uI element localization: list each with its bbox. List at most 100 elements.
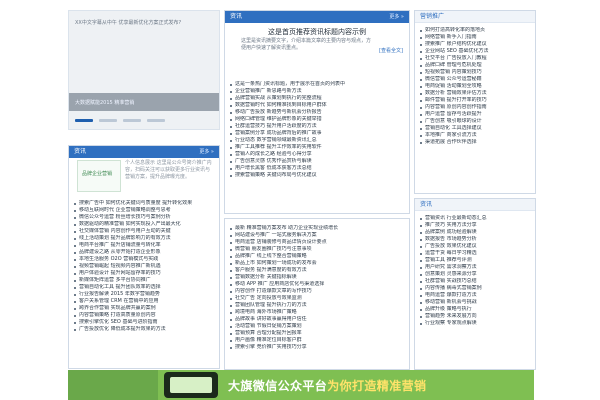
list-item[interactable]: 营销人的成长之路 经验与心得分享 xyxy=(225,151,409,158)
right-bottom-list: 营销资讯 行业最新动态汇总 推广技巧 实用方法分享 品牌案例 成功经验解读 数据报告 … xyxy=(415,215,535,327)
list-item[interactable]: 网站建设与推广 一站式服务解决方案 xyxy=(225,232,409,239)
list-item[interactable]: 广告创意 吸引眼球的设计 xyxy=(415,118,535,125)
list-item[interactable]: 社群营销 实战技巧总结 xyxy=(415,278,535,285)
list-item[interactable]: 客户关系管理 CRM 在营销中的应用 xyxy=(69,298,219,305)
list-item[interactable]: 线上活动策划 提升品牌影响力的有效方法 xyxy=(69,235,219,242)
left-panel-title: 资讯 xyxy=(74,148,87,155)
list-item[interactable]: 最新 精准营销方案发布 助力企业实现业绩增长 xyxy=(225,225,409,232)
list-item[interactable]: 营销自动化 工具选择建议 xyxy=(415,125,535,132)
left-panel-more-link[interactable]: 更多 » xyxy=(199,146,214,158)
list-item[interactable]: 客户服务 提升满意度的有效方法 xyxy=(225,267,409,274)
list-item[interactable]: 视频营销崛起 短视频内容推广新机遇 xyxy=(69,263,219,270)
slide-dot-3[interactable] xyxy=(123,118,141,122)
list-item[interactable]: 用户研究 需求洞察方法 xyxy=(415,264,535,271)
list-item[interactable]: 营销团队管理 提升执行力的方法 xyxy=(225,302,409,309)
list-item[interactable]: 营销自动化工具 提升团队效率的选择 xyxy=(69,284,219,291)
list-item[interactable]: 创意策划 灵感来源分享 xyxy=(415,271,535,278)
list-item[interactable]: 渠道拓展 合作伙伴选择 xyxy=(415,139,535,146)
list-item[interactable]: 用户体验设计 提升网站留存率的技巧 xyxy=(69,270,219,277)
list-item[interactable]: 电商平台推广 提升店铺流量与转化率 xyxy=(69,242,219,249)
featured-slideshow[interactable]: XX中文字幕从中午 优享最新优化方案正式发布? 大数据赋能2015 精准营销 xyxy=(68,10,220,130)
list-item[interactable]: 内容传播 病毒式营销案例 xyxy=(415,285,535,292)
middle-top-title: 资讯 xyxy=(230,13,243,20)
list-item[interactable]: 搜索引擎 竞价推广实用技巧分享 xyxy=(225,344,409,351)
list-item[interactable]: 内容创作 打造爆款文章的写作技巧 xyxy=(225,288,409,295)
promo-banner[interactable]: 大旗微信公众平台为你打造精准营销 xyxy=(68,370,534,400)
list-item[interactable]: 短视频营销 内容策划技巧 xyxy=(415,69,535,76)
list-item[interactable]: 数据报告 市场趋势分析 xyxy=(415,236,535,243)
list-item[interactable]: 数据营销时代 如何精准找到目标用户群体 xyxy=(225,102,409,109)
list-item[interactable]: 移动 APP 推广 应用商店优化与渠道选择 xyxy=(225,281,409,288)
list-item[interactable]: 推广技巧 实用方法分享 xyxy=(415,222,535,229)
list-item[interactable]: 微信公众号运营 粉丝增长技巧与案例分析 xyxy=(69,214,219,221)
list-item[interactable]: 用户运营 留存与活跃提升 xyxy=(415,111,535,118)
list-item[interactable]: 社交媒体营销 内容创作与用户互动的关键 xyxy=(69,228,219,235)
list-item[interactable]: 电商运营 店铺装修与商品详情页设计要点 xyxy=(225,239,409,246)
list-item[interactable]: 广告创意灵感 优秀作品赏析与解读 xyxy=(225,158,409,165)
list-item[interactable]: 营销数据分析 关键指标解读 xyxy=(225,274,409,281)
list-item[interactable]: 营销趋势 未来发展方向 xyxy=(415,313,535,320)
featured-article-readmore[interactable]: [查看全文] xyxy=(379,47,403,54)
list-item[interactable]: 移动广告投放 新趋势与新机会分析报告 xyxy=(225,109,409,116)
list-item[interactable]: 企业营销推广 新思路与新方法 xyxy=(225,88,409,95)
list-item[interactable]: 营销工具 推荐与评测 xyxy=(415,257,535,264)
list-item[interactable]: 本地生活服务 O2O 营销模式与实践 xyxy=(69,256,219,263)
list-item[interactable]: 数据驱动的精准营销 如何实现投入产出最大化 xyxy=(69,221,219,228)
list-item[interactable]: 品牌口碑 管理与危机处理 xyxy=(415,62,535,69)
list-item[interactable]: 运营干货 每日学习精选 xyxy=(415,250,535,257)
list-item[interactable]: 跨境电商 海外市场推广策略 xyxy=(225,309,409,316)
list-item[interactable]: 用户画像 精准定位目标客户群 xyxy=(225,337,409,344)
list-item[interactable]: 企业网站 SEO 基础优化方法 xyxy=(415,48,535,55)
list-item[interactable]: 电商运营 爆款打造方法 xyxy=(415,292,535,299)
list-item[interactable]: 新品上市 如何策划一场成功的发布会 xyxy=(225,260,409,267)
list-item[interactable]: 移动营销 新机会与挑战 xyxy=(415,299,535,306)
list-item[interactable]: 这是一条热门资讯标题，用于展示在首页的列表中 xyxy=(225,81,409,88)
list-item[interactable]: 品牌营销实战 从策划到执行的完整流程 xyxy=(225,95,409,102)
slide-indicator[interactable] xyxy=(75,117,213,123)
list-item[interactable]: 品牌故事 讲好故事赢得用户信任 xyxy=(225,316,409,323)
list-item[interactable]: 网络口碑管理 维护品牌形象的关键举措 xyxy=(225,116,409,123)
list-item[interactable]: 本地推广 商家引流方法 xyxy=(415,132,535,139)
list-item[interactable]: 广告投放优化 降低成本提升效果的方法 xyxy=(69,326,219,333)
list-item[interactable]: 活动营销 节假日促销方案策划 xyxy=(225,323,409,330)
list-item[interactable]: 搜索推广 账户结构优化建议 xyxy=(415,41,535,48)
list-item[interactable]: 新媒体矩阵运营 多平台协同推广 xyxy=(69,277,219,284)
list-item[interactable]: 推广工具推荐 提升工作效率的实用软件 xyxy=(225,144,409,151)
middle-top-more-link[interactable]: 更多 » xyxy=(389,11,404,23)
list-item[interactable]: 电商促销 活动策划全攻略 xyxy=(415,83,535,90)
list-item[interactable]: 营销预算 合理分配提升回报率 xyxy=(225,330,409,337)
featured-article-title[interactable]: 这是首页推荐资讯标题内容示例 xyxy=(231,27,403,37)
list-item[interactable]: 广告投放 效果优化建议 xyxy=(415,243,535,250)
list-item[interactable]: 如何打造高转化率的落地页 xyxy=(415,27,535,34)
list-item[interactable]: 行业报告解读 2015 年数字营销趋势 xyxy=(69,291,219,298)
list-item[interactable]: 品牌案例 成功经验解读 xyxy=(415,229,535,236)
right-top-header: 营销推广 xyxy=(415,11,535,23)
list-item[interactable]: 搜索营销策略 关键词布局与优化建议 xyxy=(225,172,409,179)
slide-top-caption: XX中文字幕从中午 优享最新优化方案正式发布? xyxy=(75,20,182,26)
list-item[interactable]: 搜索引擎优化 SEO 基础与进阶指南 xyxy=(69,319,219,326)
slide-dot-1[interactable] xyxy=(75,118,93,122)
list-item[interactable]: 邮件营销 提升打开率的技巧 xyxy=(415,97,535,104)
slide-dot-2[interactable] xyxy=(99,118,117,122)
list-item[interactable]: 社群运营技巧 提升用户活跃度的方法 xyxy=(225,123,409,130)
list-item[interactable]: 微信营销 公众号运营秘籍 xyxy=(415,76,535,83)
list-item[interactable]: 社交广告 定向投放与效果监测 xyxy=(225,295,409,302)
list-item[interactable]: 品牌推广 线上线下整合营销策略 xyxy=(225,253,409,260)
list-item[interactable]: 微营销 朋友圈推广技巧与注意事项 xyxy=(225,246,409,253)
list-item[interactable]: 品牌建设之路 从零开始打造企业形象 xyxy=(69,249,219,256)
list-item[interactable]: 内容营销策略 打造高质量原创内容 xyxy=(69,312,219,319)
list-item[interactable]: 营销资讯 行业最新动态汇总 xyxy=(415,215,535,222)
list-item[interactable]: 社交平台 广告投放入门教程 xyxy=(415,55,535,62)
slide-dot-4[interactable] xyxy=(147,118,165,122)
list-item[interactable]: 跨界合作营销 实现品牌共赢的案例 xyxy=(69,305,219,312)
list-item[interactable]: 用户增长黑客 低成本获客方法总结 xyxy=(225,165,409,172)
list-item[interactable]: 网络营销 新手入门指南 xyxy=(415,34,535,41)
list-item[interactable]: 品牌升级 策略与执行 xyxy=(415,306,535,313)
list-item[interactable]: 营销案例分享 成功品牌背后的推广故事 xyxy=(225,130,409,137)
list-item[interactable]: 行业观察 专家观点解读 xyxy=(415,320,535,327)
list-item[interactable]: 内容营销 原创内容创作指南 xyxy=(415,104,535,111)
list-item[interactable]: 行业动态 数字营销领域最新资讯汇总 xyxy=(225,137,409,144)
list-item[interactable]: 移动互联网时代 企业营销策略调整与思考 xyxy=(69,207,219,214)
list-item[interactable]: 数据分析 营销效果评估方法 xyxy=(415,90,535,97)
list-item[interactable]: 搜索广告中 如何优化关键词与质量度 提升转化效果 xyxy=(69,200,219,207)
